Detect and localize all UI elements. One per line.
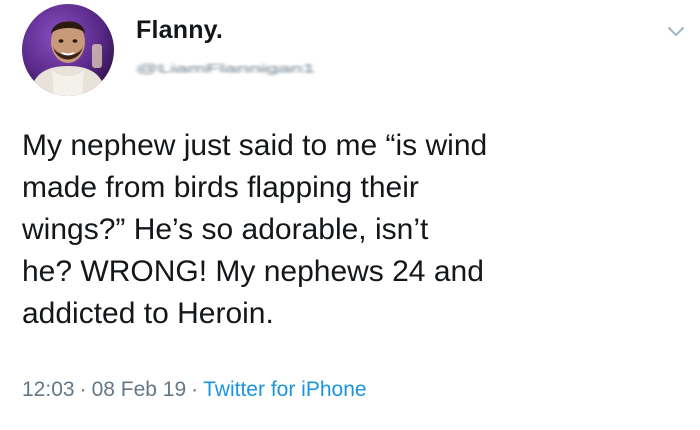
chevron-down-icon[interactable] bbox=[664, 22, 688, 42]
tweet-meta: 12:03 · 08 Feb 19 · Twitter for iPhone bbox=[22, 378, 367, 402]
tweet-text-line: he? WRONG! My nephews 24 and bbox=[22, 255, 484, 288]
meta-separator: · bbox=[79, 378, 87, 401]
avatar-image bbox=[22, 4, 114, 96]
user-handle[interactable]: @LiamFlannigan1 bbox=[136, 58, 315, 84]
tweet-source-link[interactable]: Twitter for iPhone bbox=[203, 378, 366, 401]
tweet-text-line: made from birds flapping their bbox=[22, 171, 419, 204]
tweet-text-line: wings?” He’s so adorable, isn’t bbox=[22, 213, 429, 246]
tweet-time[interactable]: 12:03 bbox=[22, 378, 75, 401]
tweet-text-line: addicted to Heroin. bbox=[22, 297, 274, 330]
user-handle-text: @LiamFlannigan1 bbox=[136, 61, 315, 76]
avatar[interactable] bbox=[22, 4, 114, 96]
tweet-text-line: My nephew just said to me “is wind bbox=[22, 129, 488, 162]
tweet-date[interactable]: 08 Feb 19 bbox=[92, 378, 187, 401]
meta-separator: · bbox=[191, 378, 199, 401]
tweet-text: My nephew just said to me “is wind made … bbox=[22, 125, 682, 335]
display-name[interactable]: Flanny. bbox=[136, 16, 223, 45]
tweet-card: Flanny. @LiamFlannigan1 My nephew just s… bbox=[0, 0, 700, 430]
